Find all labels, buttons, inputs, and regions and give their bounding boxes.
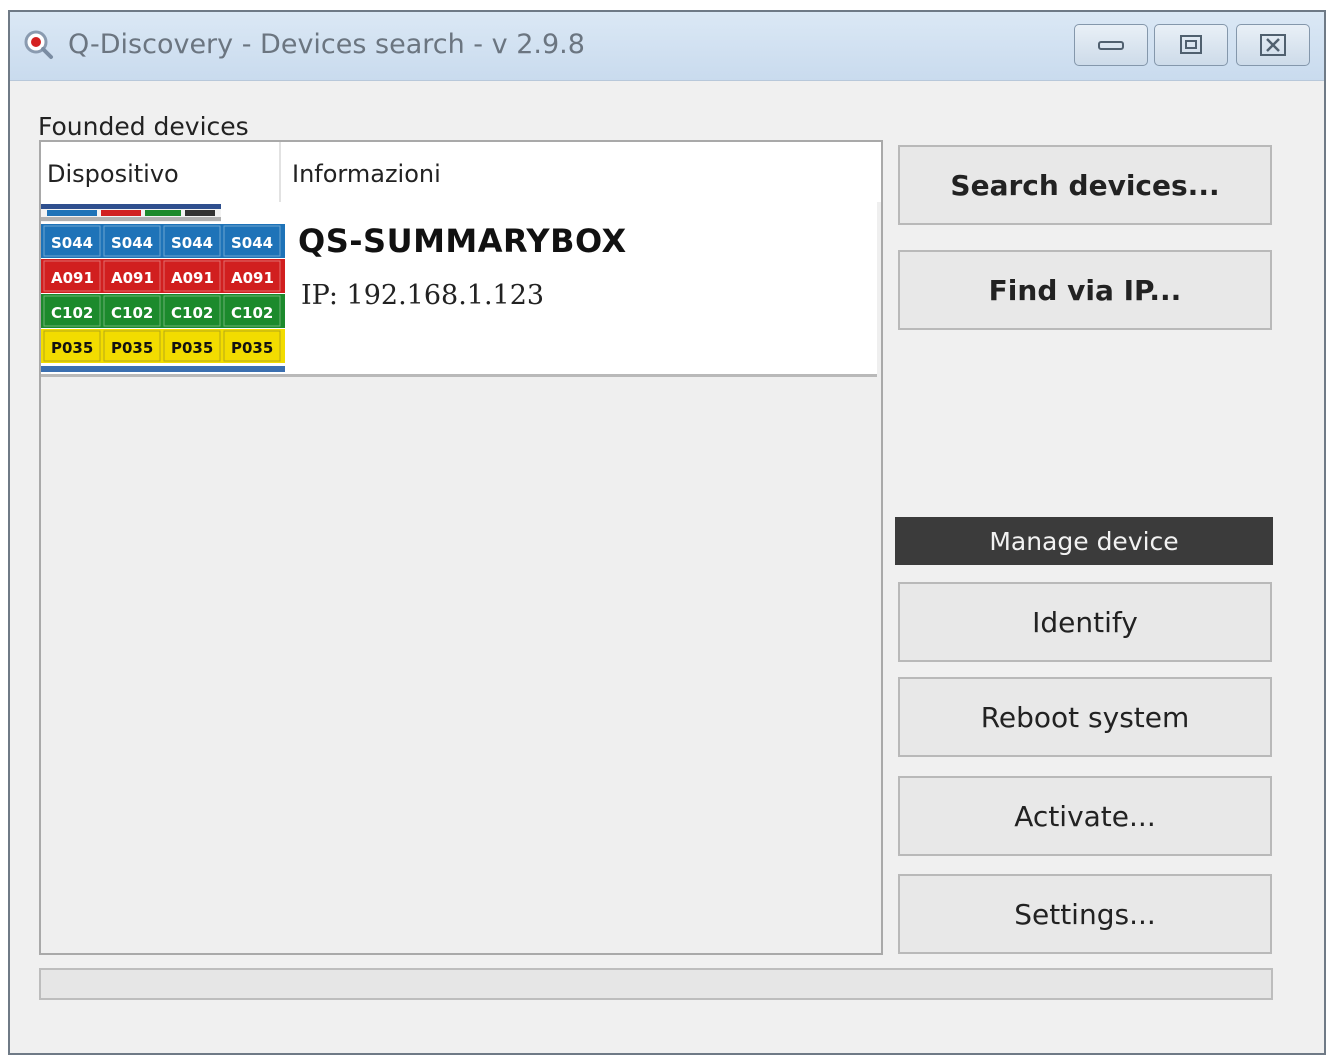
thumb-cell-label: S044 [171, 234, 213, 252]
device-list[interactable]: Dispositivo Informazioni S044 S044 S044 S04… [39, 140, 883, 955]
thumb-cell-label: P035 [51, 339, 93, 357]
thumb-cell-label: A091 [231, 269, 274, 287]
thumb-cell-label: A091 [51, 269, 94, 287]
close-button[interactable] [1236, 24, 1310, 66]
summarybox-device-image: S044 S044 S044 S044 A091 A091 A091 A091 C102 C102… [41, 204, 285, 372]
reboot-system-button[interactable]: Reboot system [898, 677, 1272, 757]
founded-devices-label: Founded devices [38, 112, 249, 141]
thumb-cell-label: C102 [51, 304, 93, 322]
title-bar[interactable]: Q-Discovery - Devices search - v 2.9.8 [10, 12, 1324, 81]
activate-button[interactable]: Activate... [898, 776, 1272, 856]
thumb-cell-label: A091 [111, 269, 154, 287]
settings-button[interactable]: Settings... [898, 874, 1272, 954]
column-separator[interactable] [279, 142, 281, 202]
identify-button[interactable]: Identify [898, 582, 1272, 662]
close-icon [1260, 34, 1286, 56]
thumb-cell-label: P035 [111, 339, 153, 357]
restore-icon [1180, 35, 1202, 54]
device-row[interactable]: S044 S044 S044 S044 A091 A091 A091 A091 C102 C102… [41, 202, 877, 377]
thumb-cell-label: C102 [231, 304, 273, 322]
manage-device-header: Manage device [895, 517, 1273, 565]
search-devices-button[interactable]: Search devices... [898, 145, 1272, 225]
thumb-cell-label: S044 [51, 234, 93, 252]
column-header-device[interactable]: Dispositivo [47, 160, 179, 188]
device-name: QS-SUMMARYBOX [298, 222, 627, 260]
restore-button[interactable] [1154, 24, 1228, 66]
app-logo-icon [24, 30, 53, 59]
thumb-cell-label: A091 [171, 269, 214, 287]
thumb-cell-label: C102 [171, 304, 213, 322]
minimize-button[interactable] [1074, 24, 1148, 66]
thumb-cell-label: P035 [171, 339, 213, 357]
find-via-ip-button[interactable]: Find via IP... [898, 250, 1272, 330]
window-title: Q-Discovery - Devices search - v 2.9.8 [68, 29, 585, 60]
thumb-cell-label: P035 [231, 339, 273, 357]
thumb-cell-label: S044 [231, 234, 273, 252]
thumb-cell-label: C102 [111, 304, 153, 322]
device-ip: IP: 192.168.1.123 [301, 280, 545, 311]
column-header-info[interactable]: Informazioni [292, 160, 441, 188]
app-window: Q-Discovery - Devices search - v 2.9.8 F… [8, 10, 1326, 1055]
list-header: Dispositivo Informazioni [41, 142, 881, 202]
thumb-cell-label: S044 [111, 234, 153, 252]
progress-bar [39, 968, 1273, 1000]
minimize-icon [1098, 41, 1124, 50]
